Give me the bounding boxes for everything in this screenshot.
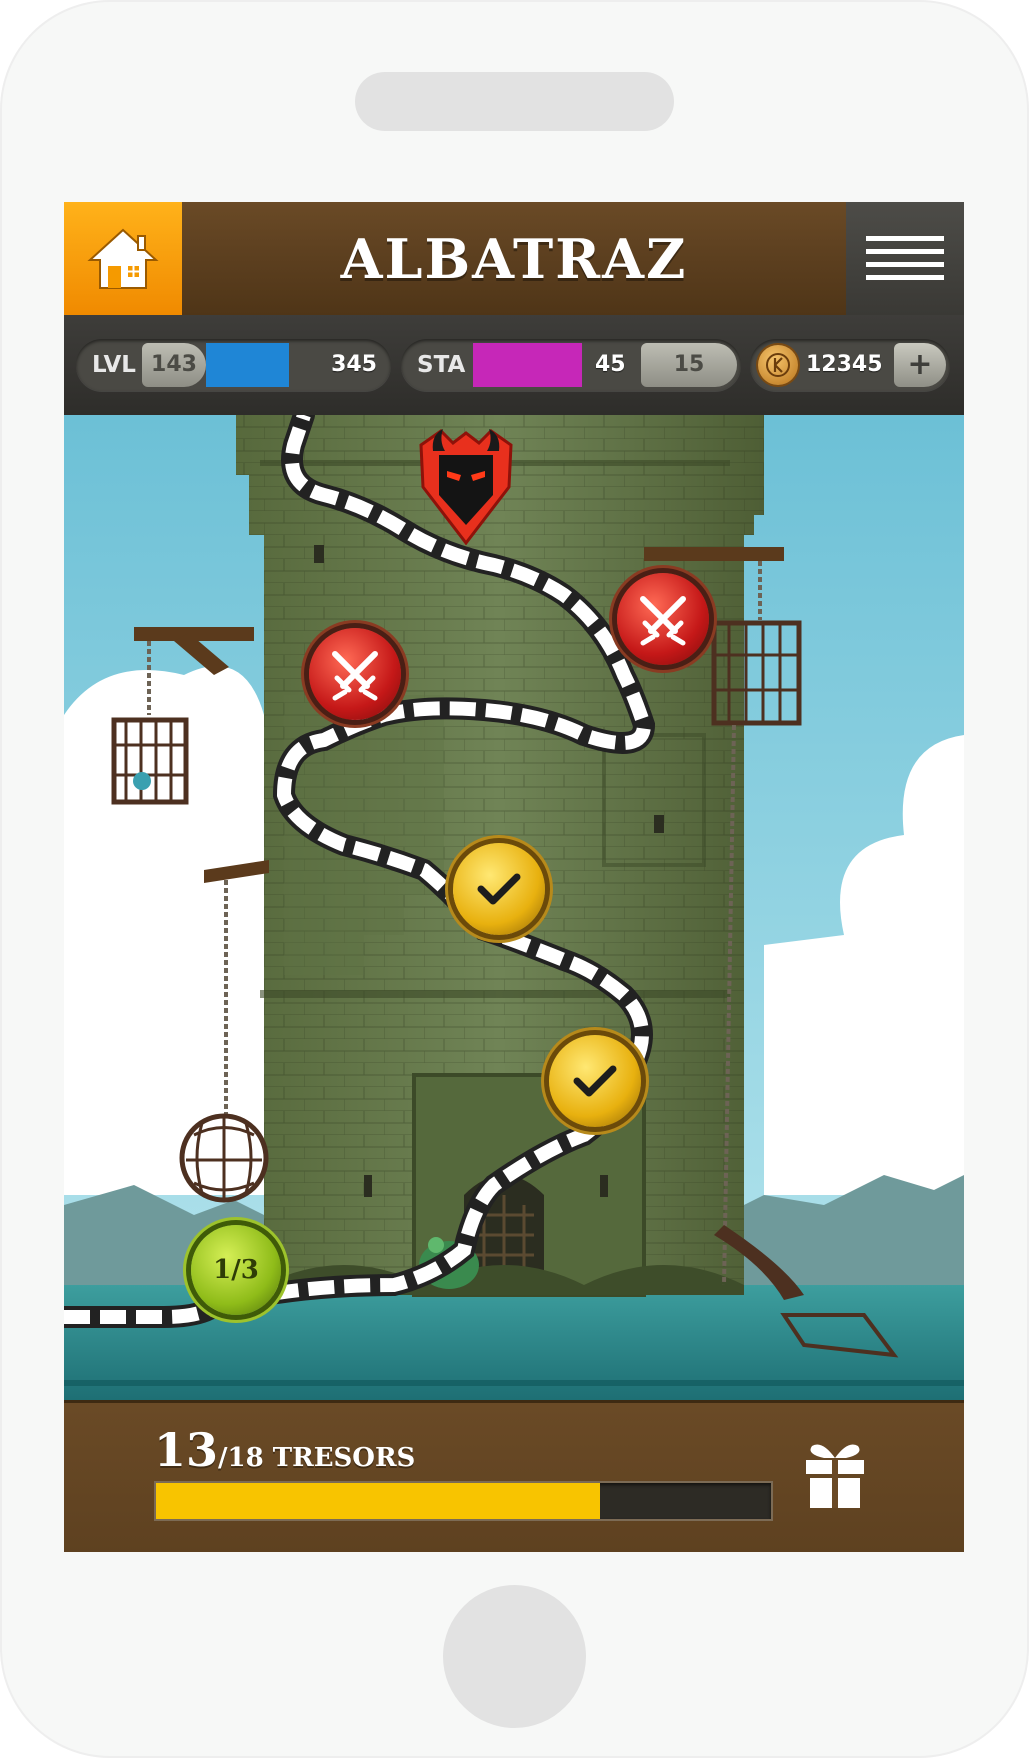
battle-level-node[interactable]	[617, 573, 709, 665]
treasure-progress-fill	[156, 1483, 601, 1519]
xp-bar-fill	[206, 343, 289, 387]
treasures-total: /18 TRESORS	[218, 1443, 416, 1473]
game-screen: ALBATRAZ LVL 143 345 STA 45 15 12345 + 1…	[64, 202, 964, 1552]
phone-home-button[interactable]	[443, 1585, 586, 1728]
checkmark-icon	[573, 1065, 617, 1097]
stamina-bar-fill	[473, 343, 582, 387]
completed-level-node[interactable]	[549, 1035, 641, 1127]
level-map: 1/3	[64, 415, 964, 1400]
stats-bar: LVL 143 345 STA 45 15 12345 +	[64, 315, 964, 415]
stamina-meter: STA 45 15	[401, 339, 741, 391]
treasures-count: 13	[154, 1423, 219, 1477]
current-level-node[interactable]: 1/3	[191, 1225, 281, 1315]
level-value: 143	[142, 343, 206, 387]
crossed-swords-icon	[640, 596, 686, 646]
coins-meter: 12345 +	[750, 339, 950, 391]
checkmark-icon	[477, 873, 521, 905]
add-coins-button[interactable]: +	[894, 343, 946, 387]
crossed-swords-icon	[332, 651, 378, 701]
boss-helmet-icon	[419, 429, 513, 545]
top-bar: ALBATRAZ	[64, 202, 964, 315]
level-xp-meter: LVL 143 345	[76, 339, 391, 391]
stamina-value: 45	[595, 352, 626, 377]
coins-value: 12345	[806, 352, 883, 377]
boss-level-node[interactable]	[411, 425, 521, 545]
completed-level-node[interactable]	[453, 843, 545, 935]
home-button[interactable]	[64, 202, 182, 315]
hamburger-menu-icon	[866, 235, 944, 280]
treasure-progress-bar	[154, 1481, 773, 1521]
coin-icon	[758, 345, 798, 385]
gift-icon	[806, 1444, 864, 1508]
phone-speaker	[355, 72, 674, 131]
menu-button[interactable]	[846, 202, 964, 315]
gift-button[interactable]	[804, 1438, 866, 1514]
battle-level-node[interactable]	[309, 628, 401, 720]
phone-frame: ALBATRAZ LVL 143 345 STA 45 15 12345 + 1…	[0, 0, 1029, 1758]
page-title: ALBATRAZ	[340, 226, 688, 291]
xp-value: 345	[331, 352, 377, 377]
treasure-counter: 13/18 TRESORS	[154, 1423, 415, 1477]
stamina-refill-button[interactable]: 15	[641, 343, 737, 387]
house-icon	[87, 228, 159, 289]
stamina-label: STA	[417, 352, 466, 378]
treasure-footer: 13/18 TRESORS	[64, 1400, 964, 1552]
level-label: LVL	[92, 352, 136, 378]
